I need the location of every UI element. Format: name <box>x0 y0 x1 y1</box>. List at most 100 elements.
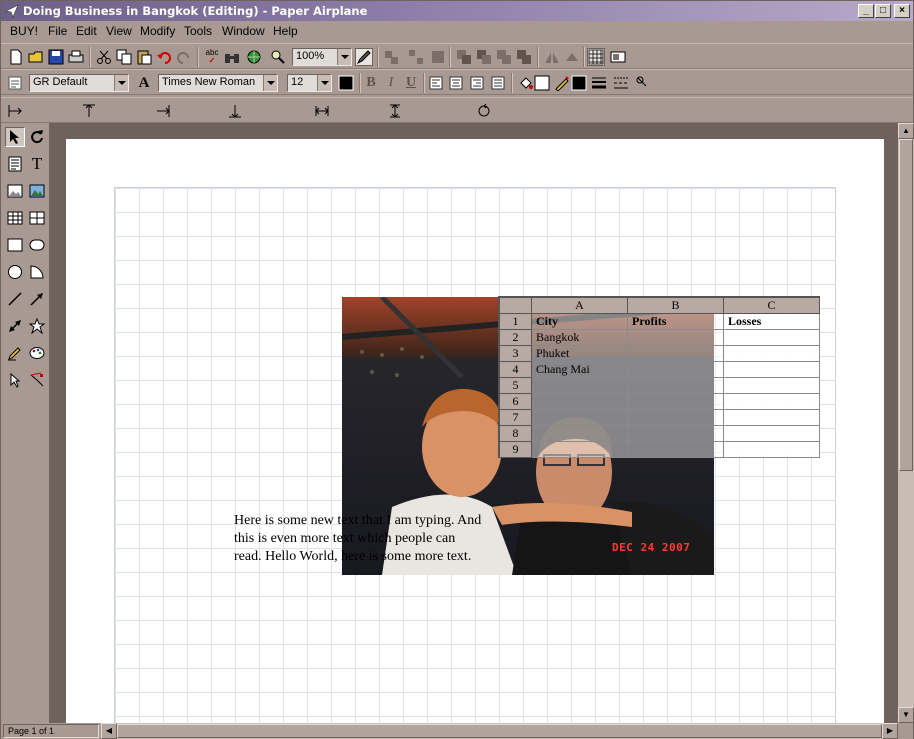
line-pen-icon[interactable] <box>553 74 571 92</box>
align-left-icon[interactable] <box>427 74 445 92</box>
star-tool-icon[interactable] <box>27 316 47 336</box>
vertical-scrollbar[interactable]: ▲ ▼ <box>898 123 914 723</box>
text-frame[interactable]: Here is some new text that I am typing. … <box>234 512 544 566</box>
find-binoculars-icon[interactable] <box>223 48 241 66</box>
chevron-down-icon[interactable] <box>337 49 351 65</box>
ellipse-tool-icon[interactable] <box>5 262 25 282</box>
corner-cell[interactable] <box>499 297 532 314</box>
align-right-edge-icon[interactable] <box>154 102 172 120</box>
vertical-scroll-thumb[interactable] <box>899 139 913 471</box>
undo-icon[interactable] <box>155 48 173 66</box>
rotate-icon[interactable] <box>475 102 493 120</box>
chevron-down-icon[interactable] <box>317 75 331 91</box>
group-objects-icon[interactable] <box>383 48 401 66</box>
flip-vertical-icon[interactable] <box>563 48 581 66</box>
center-horizontal-icon[interactable] <box>313 102 331 120</box>
table-cell[interactable] <box>531 441 628 458</box>
menu-file[interactable]: File <box>48 24 67 38</box>
underline-button[interactable]: U <box>402 74 420 92</box>
row-header[interactable]: 7 <box>499 409 532 426</box>
line-style-icon[interactable] <box>612 74 630 92</box>
table-cell[interactable]: Bangkok <box>531 329 628 346</box>
menu-tools[interactable]: Tools <box>184 24 212 38</box>
table-cell[interactable] <box>723 329 820 346</box>
table-cell[interactable]: City <box>531 313 628 330</box>
rectangle-tool-icon[interactable] <box>5 235 25 255</box>
table-cell[interactable] <box>627 393 724 410</box>
table-cell[interactable] <box>723 425 820 442</box>
zoom-select[interactable]: 100% <box>292 48 352 66</box>
scroll-right-icon[interactable]: ▶ <box>882 723 898 739</box>
style-icon[interactable] <box>6 74 24 92</box>
bring-forward-icon[interactable] <box>475 48 493 66</box>
image-tool-icon[interactable] <box>27 181 47 201</box>
column-header[interactable]: C <box>723 297 820 314</box>
close-button[interactable]: × <box>894 4 910 18</box>
send-to-back-icon[interactable] <box>515 48 533 66</box>
horizontal-scroll-thumb[interactable] <box>117 724 882 738</box>
table-cell[interactable] <box>531 409 628 426</box>
menu-view[interactable]: View <box>106 24 132 38</box>
table-frame-icon[interactable] <box>5 208 25 228</box>
style-select[interactable]: GR Default <box>29 74 129 92</box>
new-document-icon[interactable] <box>7 48 25 66</box>
table-cell[interactable] <box>723 409 820 426</box>
text-tool-icon[interactable]: T <box>27 154 47 174</box>
chevron-down-icon[interactable] <box>114 75 128 91</box>
row-header[interactable]: 6 <box>499 393 532 410</box>
table-cell[interactable] <box>531 377 628 394</box>
row-header[interactable]: 9 <box>499 441 532 458</box>
page[interactable]: DEC 24 2007 A B C 1 City Profits Losses … <box>66 139 884 723</box>
table-cell[interactable] <box>531 393 628 410</box>
row-header[interactable]: 5 <box>499 377 532 394</box>
menu-modify[interactable]: Modify <box>140 24 175 38</box>
table-tool-icon[interactable] <box>27 208 47 228</box>
row-header[interactable]: 1 <box>499 313 532 330</box>
bold-button[interactable]: B <box>362 74 380 92</box>
cut-scissors-icon[interactable] <box>95 48 113 66</box>
table-cell[interactable] <box>723 345 820 362</box>
flip-horizontal-icon[interactable] <box>543 48 561 66</box>
table-cell[interactable]: Chang Mai <box>531 361 628 378</box>
align-top-edge-icon[interactable] <box>80 102 98 120</box>
table-cell[interactable] <box>627 377 724 394</box>
view-options-icon[interactable] <box>609 48 627 66</box>
table-cell[interactable] <box>627 345 724 362</box>
font-size-select[interactable]: 12 <box>287 74 332 92</box>
font-select[interactable]: Times New Roman <box>158 74 278 92</box>
edit-mode-pencil-icon[interactable] <box>355 48 373 66</box>
table-cell[interactable] <box>723 393 820 410</box>
row-header[interactable]: 8 <box>499 425 532 442</box>
text-color-swatch-icon[interactable] <box>337 74 355 92</box>
font-icon[interactable]: A <box>135 74 153 92</box>
table-cell[interactable] <box>627 361 724 378</box>
column-header[interactable]: A <box>531 297 628 314</box>
table-cell[interactable]: Phuket <box>531 345 628 362</box>
column-header[interactable]: B <box>627 297 724 314</box>
bezier-tool-icon[interactable] <box>27 370 47 390</box>
palette-tool-icon[interactable] <box>27 343 47 363</box>
node-select-icon[interactable] <box>5 370 25 390</box>
table-cell[interactable] <box>723 441 820 458</box>
open-folder-icon[interactable] <box>27 48 45 66</box>
align-right-icon[interactable] <box>468 74 486 92</box>
table-cell[interactable]: Profits <box>627 313 724 330</box>
arrowhead-icon[interactable] <box>634 74 652 92</box>
italic-button[interactable]: I <box>382 74 400 92</box>
line-tool-icon[interactable] <box>5 289 25 309</box>
horizontal-scrollbar[interactable]: ◀ ▶ <box>101 723 898 739</box>
title-bar[interactable]: Doing Business in Bangkok (Editing) - Pa… <box>1 1 913 21</box>
text-frame-icon[interactable] <box>5 154 25 174</box>
table-cell[interactable] <box>723 361 820 378</box>
rounded-rectangle-tool-icon[interactable] <box>27 235 47 255</box>
table-cell[interactable] <box>627 441 724 458</box>
table-cell[interactable] <box>723 377 820 394</box>
chevron-down-icon[interactable] <box>263 75 277 91</box>
table-cell[interactable] <box>627 329 724 346</box>
pencil-tool-icon[interactable] <box>5 343 25 363</box>
menu-edit[interactable]: Edit <box>76 24 97 38</box>
document-canvas[interactable]: DEC 24 2007 A B C 1 City Profits Losses … <box>49 123 898 723</box>
line-weight-icon[interactable] <box>590 74 608 92</box>
bring-to-front-icon[interactable] <box>455 48 473 66</box>
menu-buy[interactable]: BUY! <box>10 24 38 38</box>
